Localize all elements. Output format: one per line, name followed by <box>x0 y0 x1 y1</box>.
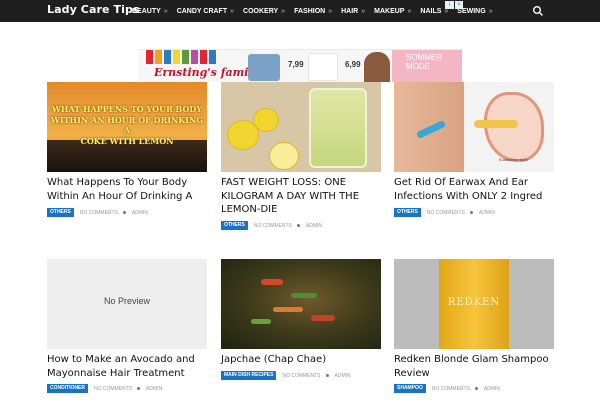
category-badge[interactable]: OTHERS <box>47 208 74 217</box>
post-thumbnail[interactable]: No Preview <box>47 259 207 349</box>
chevron-right-icon: » <box>163 7 168 15</box>
vegetable-strip <box>291 293 317 298</box>
food-photo <box>221 259 381 349</box>
nav-item-cookery[interactable]: COOKERY» <box>243 8 285 15</box>
ad-child-image <box>364 52 390 82</box>
author-name[interactable]: ADMIN <box>132 210 148 216</box>
author-name[interactable]: ADMIN <box>479 210 495 216</box>
ad-promo-text: SOMMER MODE <box>406 53 442 71</box>
post-title[interactable]: FAST WEIGHT LOSS: ONE KILOGRAM A DAY WIT… <box>221 176 381 217</box>
author-name[interactable]: ADMIN <box>306 223 322 229</box>
separator-dot <box>296 224 300 227</box>
nav-item-beauty[interactable]: BEAUTY» <box>132 8 168 15</box>
author-name[interactable]: ADMIN <box>484 386 500 392</box>
separator-dot <box>122 211 126 214</box>
top-navigation-bar: Lady Care Tips BEAUTY» CANDY CRAFT» COOK… <box>0 0 600 22</box>
post-title[interactable]: What Happens To Your Body Within An Hour… <box>47 176 207 203</box>
comment-count[interactable]: NO COMMENTS <box>282 373 320 379</box>
category-badge[interactable]: SHAMPOO <box>394 384 426 393</box>
vegetable-strip <box>311 315 335 321</box>
author-name[interactable]: ADMIN <box>146 386 162 392</box>
post-meta: OTHERS NO COMMENTS ADMIN <box>221 220 322 231</box>
nav-item-hair[interactable]: HAIR» <box>341 8 365 15</box>
advertisement-banner[interactable]: Ernsting's family 7,99 6,99 SOMMER MODE <box>138 49 462 82</box>
ad-brand-logo: Ernsting's family <box>154 66 259 79</box>
nav-item-label: MAKEUP <box>374 7 405 15</box>
search-button[interactable] <box>531 4 545 18</box>
post-thumbnail[interactable]: WHAT HAPPENS TO YOUR BODY WITHIN AN HOUR… <box>47 82 207 172</box>
separator-dot <box>469 211 473 214</box>
comment-count[interactable]: NO COMMENTS <box>432 386 470 392</box>
ear-canal-diagram <box>474 120 518 128</box>
search-icon <box>533 6 543 16</box>
nav-item-label: HAIR <box>341 7 359 15</box>
author-name[interactable]: ADMIN <box>335 373 351 379</box>
site-logo[interactable]: Lady Care Tips <box>47 3 140 16</box>
ad-color-stripes <box>146 50 218 64</box>
post-title[interactable]: Redken Blonde Glam Shampoo Review <box>394 353 554 380</box>
nav-item-label: FASHION <box>294 7 326 15</box>
post-title[interactable]: Get Rid Of Earwax And Ear Infections Wit… <box>394 176 554 203</box>
separator-dot <box>325 374 329 377</box>
post-thumbnail[interactable] <box>221 82 381 172</box>
chevron-right-icon: » <box>230 7 235 15</box>
comment-count[interactable]: NO COMMENTS <box>80 210 118 216</box>
lemon-slice-image <box>269 142 299 170</box>
post-thumbnail[interactable]: Eustachian tube <box>394 82 554 172</box>
chevron-right-icon: » <box>488 7 493 15</box>
post-title[interactable]: How to Make an Avocado and Mayonnaise Ha… <box>47 353 207 380</box>
chevron-right-icon: » <box>281 7 286 15</box>
post-meta: SHAMPOO NO COMMENTS ADMIN <box>394 383 500 394</box>
comment-count[interactable]: NO COMMENTS <box>427 210 465 216</box>
comment-count[interactable]: NO COMMENTS <box>254 223 292 229</box>
nav-item-label: BEAUTY <box>132 7 161 15</box>
ad-jeans-image <box>248 54 280 81</box>
ad-price: 6,99 <box>345 60 361 69</box>
thumbnail-caption: WHAT HAPPENS TO YOUR BODY WITHIN AN HOUR… <box>50 104 204 146</box>
category-badge[interactable]: OTHERS <box>394 208 421 217</box>
ad-price: 7,99 <box>288 60 304 69</box>
no-preview-label: No Preview <box>103 296 150 306</box>
nav-item-label: CANDY CRAFT <box>176 7 228 15</box>
category-badge[interactable]: CONDITIONER <box>47 384 88 393</box>
vegetable-strip <box>273 307 303 312</box>
post-meta: CONDITIONER NO COMMENTS ADMIN <box>47 383 162 394</box>
nav-item-candy-craft[interactable]: CANDY CRAFT» <box>177 8 234 15</box>
post-meta: OTHERS NO COMMENTS ADMIN <box>47 207 148 218</box>
vegetable-strip <box>251 319 271 324</box>
juice-jar-image <box>309 88 367 168</box>
chevron-right-icon: » <box>361 7 366 15</box>
chevron-right-icon: » <box>328 7 333 15</box>
nav-item-makeup[interactable]: MAKEUP» <box>374 8 411 15</box>
lemon-image <box>253 108 279 132</box>
nav-item-fashion[interactable]: FASHION» <box>294 8 332 15</box>
chevron-right-icon: » <box>407 7 412 15</box>
bottle-brand-text: REDKEN <box>447 297 501 308</box>
separator-dot <box>474 387 478 390</box>
post-thumbnail[interactable] <box>221 259 381 349</box>
ad-shirt-image <box>308 53 338 81</box>
ad-info-icon[interactable]: i <box>445 1 454 9</box>
nav-item-label: COOKERY <box>243 7 279 15</box>
post-meta: MAIN DISH RECIPES NO COMMENTS ADMIN <box>221 370 351 381</box>
vegetable-strip <box>261 279 283 285</box>
ad-close-icon[interactable]: × <box>455 1 463 9</box>
post-meta: OTHERS NO COMMENTS ADMIN <box>394 207 495 218</box>
category-badge[interactable]: OTHERS <box>221 221 248 230</box>
post-thumbnail[interactable]: REDKEN <box>394 259 554 349</box>
comment-count[interactable]: NO COMMENTS <box>94 386 132 392</box>
category-badge[interactable]: MAIN DISH RECIPES <box>221 371 277 380</box>
diagram-label: Eustachian tube <box>499 157 528 162</box>
nav-item-label: NAILS <box>420 7 442 15</box>
separator-dot <box>137 387 141 390</box>
post-title[interactable]: Japchae (Chap Chae) <box>221 353 381 367</box>
